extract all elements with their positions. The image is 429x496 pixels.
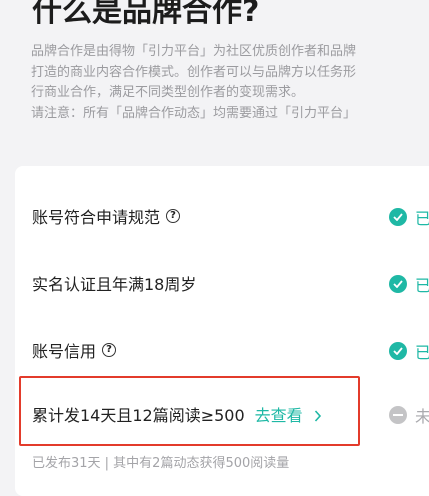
status-text: 未 [415, 407, 429, 426]
check-circle-icon [389, 275, 407, 293]
requirement-status: 已 [389, 205, 429, 229]
status-text: 已 [415, 343, 429, 362]
check-circle-icon [389, 208, 407, 226]
requirement-credit: 账号信用 ? [32, 338, 117, 362]
minus-circle-icon [389, 406, 407, 424]
description-line: 请注意：所有「品牌合作动态」均需要通过「引力平台」 [31, 105, 357, 121]
requirement-status: 已 [389, 272, 429, 296]
requirement-label: 账号信用 [32, 342, 97, 361]
view-link-label: 去查看 [254, 406, 303, 425]
progress-note: 已发布31天 | 其中有2篇动态获得500阅读量 [32, 456, 290, 471]
view-link[interactable]: 去查看 [255, 402, 322, 426]
requirement-label: 实名认证且年满18周岁 [32, 275, 197, 294]
status-text: 已 [415, 276, 429, 295]
check-circle-icon [389, 342, 407, 360]
description: 品牌合作是由得物「引力平台」为社区优质创作者和品牌 打造的商业内容合作模式。创作… [31, 42, 429, 124]
question-circle-icon[interactable]: ? [166, 209, 181, 223]
requirement-real-name: 实名认证且年满18周岁 [32, 271, 196, 295]
requirement-label: 账号符合申请规范 [32, 208, 161, 227]
description-line: 行商业合作，满足不同类型创作者的变现需求。 [31, 85, 305, 100]
requirement-status: 已 [389, 339, 429, 363]
description-line: 打造的商业内容合作模式。创作者可以与品牌方以任务形 [31, 64, 357, 80]
question-circle-icon[interactable]: ? [102, 343, 117, 357]
page-title: 什么是品牌合作? [32, 0, 260, 29]
requirement-label: 累计发14天且12篇阅读≥500 [32, 406, 245, 425]
requirement-account-norms: 账号符合申请规范 ? [32, 204, 181, 228]
requirement-status: 未 [389, 403, 429, 427]
chevron-right-icon [314, 410, 321, 422]
description-line: 品牌合作是由得物「引力平台」为社区优质创作者和品牌 [31, 44, 357, 59]
status-text: 已 [415, 209, 429, 228]
requirement-posting-history: 累计发14天且12篇阅读≥500 去查看 [32, 402, 322, 426]
